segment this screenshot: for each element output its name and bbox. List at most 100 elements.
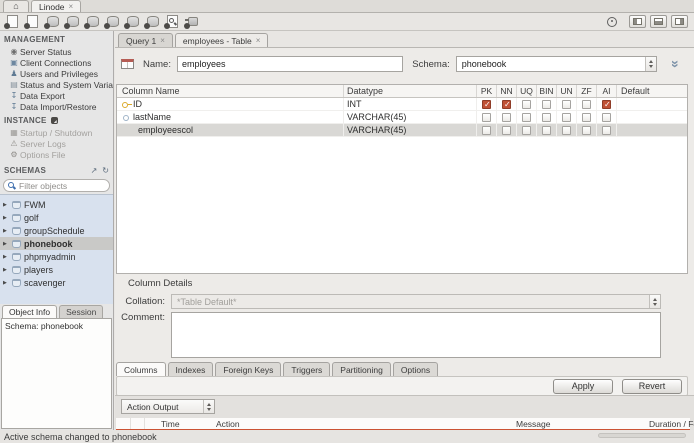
flag-checkbox[interactable] <box>482 112 491 122</box>
flag-checkbox[interactable] <box>562 99 571 109</box>
collapse-editor-chevron-icon[interactable] <box>667 56 686 72</box>
default-header[interactable]: Default <box>617 85 687 97</box>
flag-header[interactable]: BIN <box>537 85 557 97</box>
stepper-icon[interactable] <box>649 295 660 308</box>
expand-all-icon[interactable]: ↗ <box>91 166 98 175</box>
apply-button[interactable]: Apply <box>553 378 613 394</box>
stepper-icon[interactable] <box>203 400 214 413</box>
sidebar-item[interactable]: Client Connections <box>0 57 113 68</box>
toggle-bottom-panel-button[interactable] <box>650 15 667 28</box>
create-procedure-icon[interactable] <box>123 14 140 29</box>
flag-checkbox[interactable] <box>522 99 531 109</box>
flag-checkbox[interactable] <box>562 112 571 122</box>
flag-header[interactable]: PK <box>477 85 497 97</box>
sidebar-item[interactable]: Data Import/Restore <box>0 101 113 112</box>
flag-checkbox[interactable] <box>502 99 511 109</box>
expander-triangle-icon[interactable]: ▶ <box>3 215 9 221</box>
output-col-action[interactable]: Action <box>216 419 240 429</box>
column-row[interactable]: employeescol VARCHAR(45) <box>117 124 687 137</box>
expander-triangle-icon[interactable]: ▶ <box>3 228 9 234</box>
flag-checkbox[interactable] <box>582 112 591 122</box>
flag-header[interactable]: UQ <box>517 85 537 97</box>
flag-checkbox[interactable] <box>482 125 491 135</box>
toggle-left-panel-button[interactable] <box>629 15 646 28</box>
query-database-icon[interactable] <box>43 14 60 29</box>
flag-checkbox[interactable] <box>562 125 571 135</box>
stepper-icon[interactable] <box>644 57 656 71</box>
search-table-data-icon[interactable] <box>163 14 180 29</box>
create-table-icon[interactable] <box>83 14 100 29</box>
create-schema-icon[interactable] <box>63 14 80 29</box>
reconnect-dbms-icon[interactable] <box>183 14 200 29</box>
info-tab[interactable]: Object Info <box>2 304 58 318</box>
info-tab[interactable]: Session <box>59 304 104 318</box>
refresh-schemas-icon[interactable]: ↻ <box>102 166 109 175</box>
flag-checkbox[interactable] <box>542 112 551 122</box>
schema-item[interactable]: ▶ phpmyadmin <box>0 250 113 263</box>
open-sql-script-icon[interactable] <box>23 14 40 29</box>
sidebar-item[interactable]: Users and Privileges <box>0 68 113 79</box>
schema-item[interactable]: ▶ golf <box>0 211 113 224</box>
sidebar-item[interactable]: Status and System Variables <box>0 79 113 90</box>
flag-checkbox[interactable] <box>602 112 611 122</box>
status-clock-icon[interactable] <box>607 16 617 27</box>
sidebar-item[interactable]: Data Export <box>0 90 113 101</box>
editor-section-tab[interactable]: Indexes <box>167 362 214 376</box>
toggle-right-panel-button[interactable] <box>671 15 688 28</box>
create-view-icon[interactable] <box>103 14 120 29</box>
editor-section-tab[interactable]: Partitioning <box>332 362 391 376</box>
connection-tab[interactable]: Linode × <box>31 0 82 12</box>
collation-select[interactable]: *Table Default* <box>171 294 661 309</box>
flag-checkbox[interactable] <box>602 125 611 135</box>
flag-checkbox[interactable] <box>502 125 511 135</box>
column-row[interactable]: ID INT <box>117 98 687 111</box>
home-tab[interactable] <box>3 0 29 12</box>
editor-section-tab[interactable]: Options <box>392 362 439 376</box>
expander-triangle-icon[interactable]: ▶ <box>3 202 9 208</box>
close-icon[interactable]: × <box>160 36 165 45</box>
flag-header[interactable]: NN <box>497 85 517 97</box>
flag-checkbox[interactable] <box>482 99 491 109</box>
horizontal-scrollbar-thumb[interactable] <box>598 433 686 438</box>
output-selector[interactable]: Action Output <box>121 399 215 414</box>
schema-item[interactable]: ▶ groupSchedule <box>0 224 113 237</box>
schema-filter-input[interactable] <box>19 180 99 191</box>
editor-tab[interactable]: Query 1 × <box>118 33 173 47</box>
output-col-duration[interactable]: Duration / Fetch <box>649 419 694 429</box>
editor-section-tab[interactable]: Columns <box>116 362 166 376</box>
flag-checkbox[interactable] <box>602 99 611 109</box>
close-icon[interactable]: × <box>256 36 261 45</box>
flag-checkbox[interactable] <box>522 112 531 122</box>
flag-header[interactable]: UN <box>557 85 577 97</box>
expander-triangle-icon[interactable]: ▶ <box>3 254 9 260</box>
flag-header[interactable]: AI <box>597 85 617 97</box>
editor-tab[interactable]: employees - Table × <box>174 33 269 47</box>
expander-triangle-icon[interactable]: ▶ <box>3 241 9 247</box>
flag-checkbox[interactable] <box>542 125 551 135</box>
schema-item[interactable]: ▶ FWM <box>0 198 113 211</box>
revert-button[interactable]: Revert <box>622 378 682 394</box>
editor-section-tab[interactable]: Triggers <box>283 362 331 376</box>
schema-item[interactable]: ▶ players <box>0 263 113 276</box>
schema-select[interactable]: phonebook <box>455 56 657 72</box>
sidebar-item[interactable]: Server Logs <box>0 138 113 149</box>
editor-section-tab[interactable]: Foreign Keys <box>215 362 282 376</box>
flag-checkbox[interactable] <box>582 125 591 135</box>
schema-item[interactable]: ▶ phonebook <box>0 237 113 250</box>
output-col-time[interactable]: Time <box>161 419 180 429</box>
sidebar-item[interactable]: Options File <box>0 149 113 160</box>
schema-item[interactable]: ▶ scavenger <box>0 276 113 289</box>
flag-checkbox[interactable] <box>502 112 511 122</box>
expander-triangle-icon[interactable]: ▶ <box>3 267 9 273</box>
close-icon[interactable]: × <box>69 2 74 11</box>
create-function-icon[interactable] <box>143 14 160 29</box>
flag-checkbox[interactable] <box>522 125 531 135</box>
datatype-header[interactable]: Datatype <box>344 85 477 97</box>
sidebar-item[interactable]: Server Status <box>0 46 113 57</box>
flag-checkbox[interactable] <box>542 99 551 109</box>
sidebar-item[interactable]: Startup / Shutdown <box>0 127 113 138</box>
output-col-message[interactable]: Message <box>516 419 551 429</box>
flag-checkbox[interactable] <box>582 99 591 109</box>
table-name-input[interactable] <box>176 56 404 72</box>
new-sql-tab-icon[interactable] <box>3 14 20 29</box>
